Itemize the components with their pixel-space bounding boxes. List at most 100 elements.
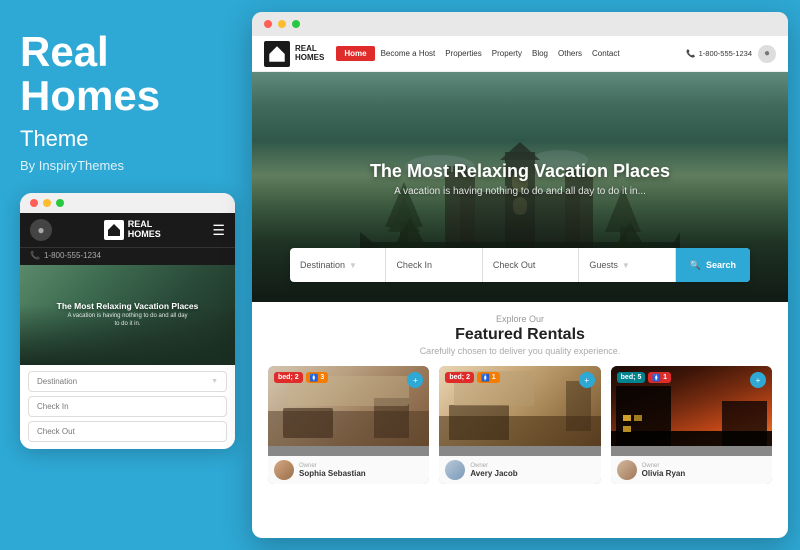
bath-icon: 🚺 xyxy=(310,374,319,382)
theme-title: Real Homes xyxy=(20,30,227,118)
featured-title: Featured Rentals xyxy=(268,326,772,344)
owner-name: Avery Jacob xyxy=(470,469,517,478)
card2-owner: Owner Avery Jacob xyxy=(439,456,600,484)
nav-blog[interactable]: Blog xyxy=(532,49,548,58)
phone-icon: 📞 xyxy=(30,251,40,260)
mobile-checkin-field[interactable]: Check In xyxy=(28,396,227,417)
card2-badges: bed; 2 🚺 1 xyxy=(445,372,499,383)
bed-icon: bed; xyxy=(621,373,636,382)
card3-corner-icon: + xyxy=(750,372,766,388)
guests-field[interactable]: Guests ▼ xyxy=(579,248,675,282)
search-btn-label: Search xyxy=(706,260,736,270)
mobile-hero-sub: A vacation is having nothing to do and a… xyxy=(67,313,187,329)
checkin-label: Check In xyxy=(37,402,69,411)
bath-badge: 🚺 1 xyxy=(648,372,671,383)
card1-badges: bed; 2 🚺 3 xyxy=(274,372,328,383)
bed-badge: bed; 2 xyxy=(274,372,303,383)
search-button[interactable]: 🔍 Search xyxy=(676,248,750,282)
nav-others[interactable]: Others xyxy=(558,49,582,58)
bath-badge: 🚺 1 xyxy=(477,372,500,383)
mobile-nav-logo: REALHOMES xyxy=(104,220,161,240)
bath-icon: 🚺 xyxy=(481,374,490,382)
property-cards: bed; 2 🚺 3 + Owner xyxy=(268,366,772,484)
theme-subtitle: Theme xyxy=(20,126,227,152)
mobile-window-dots xyxy=(20,193,235,213)
property-card-2[interactable]: bed; 2 🚺 1 + Owner xyxy=(439,366,600,484)
nav-logo-text: REALHOMES xyxy=(295,45,324,63)
hero-main-title: The Most Relaxing Vacation Places xyxy=(370,161,670,182)
mobile-hero-title: The Most Relaxing Vacation Places xyxy=(57,301,199,311)
chevron-down-icon: ▼ xyxy=(349,261,357,270)
mobile-user-icon: ● xyxy=(30,219,52,241)
nav-become-host[interactable]: Become a Host xyxy=(381,49,436,58)
bed-badge: bed; 5 xyxy=(617,372,646,383)
heart-icon: + xyxy=(413,376,418,385)
featured-section: Explore Our Featured Rentals Carefully c… xyxy=(252,302,788,494)
card2-corner-icon: + xyxy=(579,372,595,388)
desktop-nav-logo: REALHOMES xyxy=(264,41,324,67)
card1-owner: Owner Sophia Sebastian xyxy=(268,456,429,484)
property-card-3[interactable]: bed; 5 🚺 1 + Owner xyxy=(611,366,772,484)
featured-desc: Carefully chosen to deliver you quality … xyxy=(268,346,772,356)
desktop-nav: REALHOMES Home Become a Host Properties … xyxy=(252,36,788,72)
card3-owner-info: Owner Olivia Ryan xyxy=(642,463,686,478)
hero-sub-text: A vacation is having nothing to do and a… xyxy=(370,186,670,197)
hero-text-block: The Most Relaxing Vacation Places A vaca… xyxy=(370,161,670,197)
card3-badges: bed; 5 🚺 1 xyxy=(617,372,671,383)
bed-icon: bed; xyxy=(278,373,293,382)
mobile-logo-text: REALHOMES xyxy=(128,220,161,240)
nav-phone: 📞 1-800-555-1234 xyxy=(686,49,752,58)
mobile-phone-number: 1-800-555-1234 xyxy=(44,251,101,260)
mobile-logo-icon xyxy=(104,220,124,240)
mobile-destination-field[interactable]: Destination ▼ xyxy=(28,371,227,392)
heart-icon: + xyxy=(584,376,589,385)
destination-text: Destination xyxy=(300,260,345,270)
mobile-preview: ● REALHOMES ☰ 📞 1-800-555-1234 The Most … xyxy=(20,193,235,449)
chevron-down-icon: ▼ xyxy=(622,261,630,270)
phone-icon: 📞 xyxy=(686,49,695,58)
card1-owner-info: Owner Sophia Sebastian xyxy=(299,463,366,478)
nav-phone-number: 1-800-555-1234 xyxy=(699,49,752,58)
dot-red xyxy=(30,199,38,207)
nav-property[interactable]: Property xyxy=(492,49,522,58)
desktop-dot-green xyxy=(292,20,300,28)
owner-name: Sophia Sebastian xyxy=(299,469,366,478)
nav-home-button[interactable]: Home xyxy=(336,46,374,61)
card2-owner-avatar xyxy=(445,460,465,480)
desktop-dot-yellow xyxy=(278,20,286,28)
guests-text: Guests xyxy=(589,260,618,270)
left-panel: Real Homes Theme By InspiryThemes ● REAL… xyxy=(0,0,247,550)
desktop-hero: The Most Relaxing Vacation Places A vaca… xyxy=(252,72,788,302)
nav-links: Become a Host Properties Property Blog O… xyxy=(381,49,681,58)
property-card-1[interactable]: bed; 2 🚺 3 + Owner xyxy=(268,366,429,484)
bed-icon: bed; xyxy=(449,373,464,382)
checkout-text: Check Out xyxy=(493,260,536,270)
bed-badge: bed; 2 xyxy=(445,372,474,383)
checkin-text: Check In xyxy=(396,260,432,270)
checkout-field[interactable]: Check Out xyxy=(483,248,579,282)
checkin-field[interactable]: Check In xyxy=(386,248,482,282)
mobile-hamburger-icon[interactable]: ☰ xyxy=(212,223,225,237)
owner-name: Olivia Ryan xyxy=(642,469,686,478)
mobile-search-form: Destination ▼ Check In Check Out xyxy=(20,365,235,449)
bath-badge: 🚺 3 xyxy=(306,372,329,383)
nav-user-icon[interactable]: ● xyxy=(758,45,776,63)
dot-green xyxy=(56,199,64,207)
card2-owner-info: Owner Avery Jacob xyxy=(470,463,517,478)
desktop-preview: REALHOMES Home Become a Host Properties … xyxy=(252,12,788,538)
destination-field[interactable]: Destination ▼ xyxy=(290,248,386,282)
nav-properties[interactable]: Properties xyxy=(445,49,481,58)
dot-yellow xyxy=(43,199,51,207)
mobile-nav: ● REALHOMES ☰ xyxy=(20,213,235,247)
featured-explore-label: Explore Our xyxy=(268,314,772,324)
search-icon: 🔍 xyxy=(690,260,701,271)
desktop-dot-red xyxy=(264,20,272,28)
bath-icon: 🚺 xyxy=(652,374,661,382)
nav-contact[interactable]: Contact xyxy=(592,49,620,58)
mobile-phone-bar: 📞 1-800-555-1234 xyxy=(20,247,235,265)
checkout-label: Check Out xyxy=(37,427,75,436)
desktop-window-dots xyxy=(252,12,788,36)
search-bar: Destination ▼ Check In Check Out Guests … xyxy=(290,248,750,282)
mobile-checkout-field[interactable]: Check Out xyxy=(28,421,227,442)
chevron-down-icon: ▼ xyxy=(211,378,218,385)
